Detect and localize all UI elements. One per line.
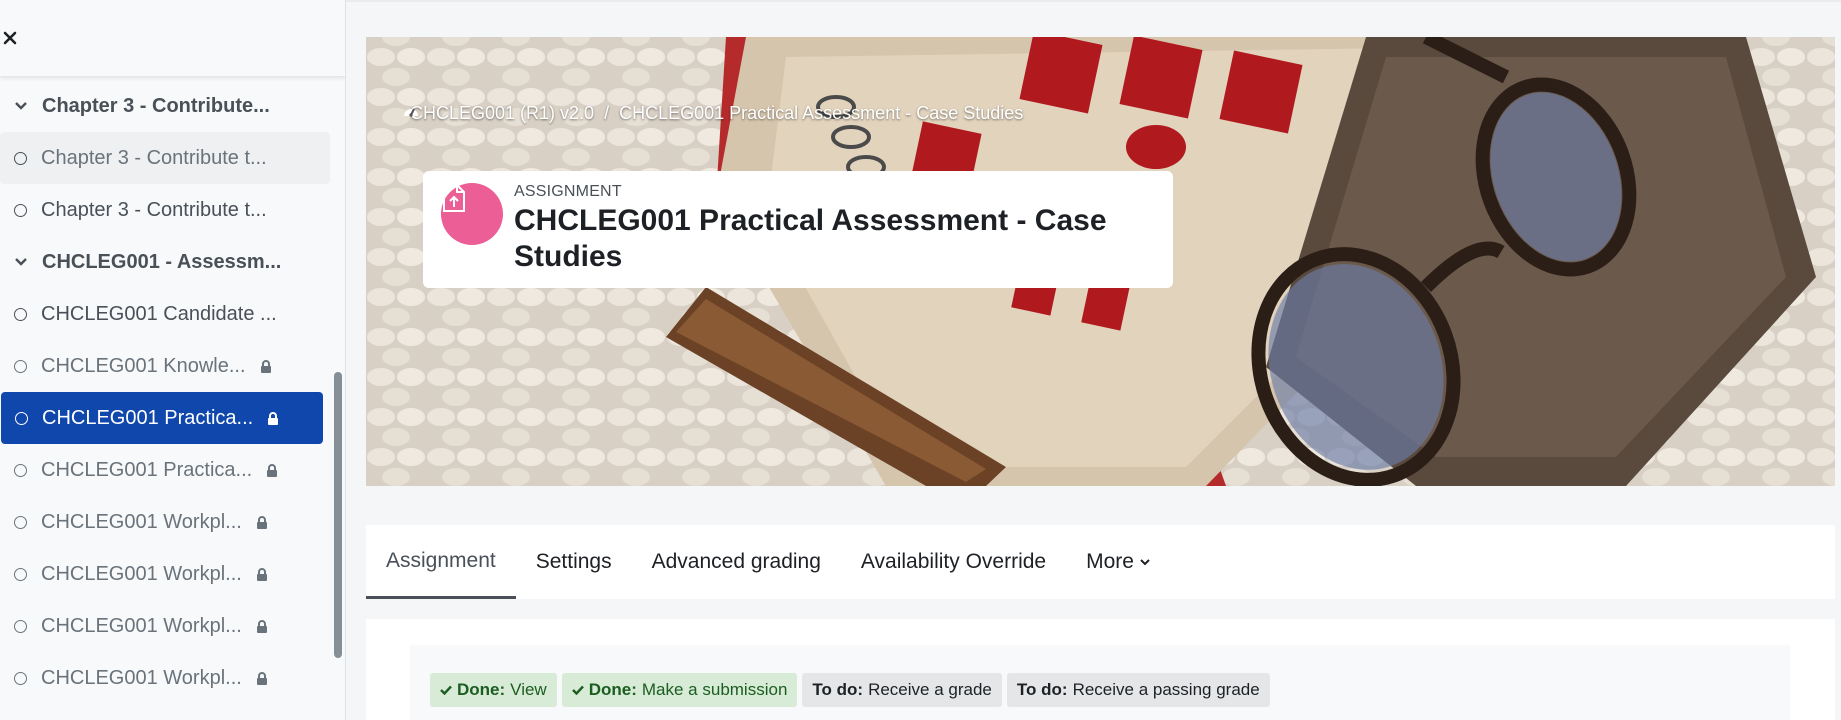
activity-label: Chapter 3 - Contribute t... (41, 146, 267, 169)
completion-circle-icon (14, 463, 27, 477)
lock-icon (256, 515, 268, 529)
course-index-item[interactable]: CHCLEG001 Knowle... (0, 340, 330, 392)
course-section-header[interactable]: CHCLEG001 - Assessm... (0, 236, 330, 288)
completion-done-badge: Done: Make a submission (561, 673, 798, 707)
chevron-down-icon[interactable] (14, 255, 28, 269)
page-top-border (346, 0, 1841, 2)
close-icon (3, 31, 17, 45)
activity-label: CHCLEG001 Candidate ... (41, 302, 277, 325)
course-index: Chapter 3 - Contribute... Chapter 3 - Con… (0, 80, 330, 704)
lock-icon (260, 359, 272, 373)
tab-availability-override[interactable]: Availability Override (841, 525, 1066, 599)
completion-requirement: Make a submission (641, 680, 788, 699)
completion-requirement: Receive a passing grade (1072, 680, 1260, 699)
activity-label: CHCLEG001 Workpl... (41, 614, 242, 637)
drawer-header (0, 0, 345, 76)
completion-circle-icon (14, 307, 27, 321)
chevron-down-icon (1140, 558, 1150, 566)
completion-circle-icon (14, 515, 27, 529)
lock-icon (267, 411, 279, 425)
completion-circle-icon (15, 411, 28, 425)
page-title: CHCLEG001 Practical Assessment - Case St… (514, 204, 1107, 273)
course-section-header[interactable]: Chapter 3 - Contribute... (0, 80, 330, 132)
activity-label: CHCLEG001 Workpl... (41, 666, 242, 689)
main-content: Done: View Done: Make a submission To do: Rec… (366, 619, 1835, 720)
completion-done-badge: Done: View (430, 673, 557, 707)
completion-requirement: Receive a grade (868, 680, 992, 699)
lock-icon (256, 567, 268, 581)
breadcrumb: CHCLEG001 (R1) v2.0 / CHCLEG001 Practica… (402, 103, 1023, 124)
completion-status: To do: (812, 680, 864, 699)
completion-circle-icon (14, 671, 27, 685)
completion-status: To do: (1016, 680, 1068, 699)
course-index-item[interactable]: Chapter 3 - Contribute t... (0, 132, 330, 184)
chevron-down-icon[interactable] (14, 99, 28, 113)
page-header-card: Assignment CHCLEG001 Practical Assessmen… (423, 171, 1173, 288)
breadcrumb-current-link[interactable]: CHCLEG001 Practical Assessment - Case St… (619, 103, 1023, 124)
completion-badges: Done: View Done: Make a submission To do: Rec… (430, 673, 1270, 707)
course-index-item[interactable]: CHCLEG001 Workpl... (0, 600, 330, 652)
check-icon (571, 685, 584, 695)
activity-label: CHCLEG001 Practica... (41, 458, 253, 481)
completion-circle-icon (14, 151, 27, 165)
completion-circle-icon (14, 619, 27, 633)
tab-advanced-grading[interactable]: Advanced grading (632, 525, 841, 599)
tab-settings[interactable]: Settings (516, 525, 632, 599)
breadcrumb-separator: / (604, 103, 610, 123)
activity-label: CHCLEG001 Workpl... (41, 510, 242, 533)
completion-circle-icon (14, 359, 27, 373)
section-label: Chapter 3 - Contribute... (42, 94, 270, 117)
more-menu-label: More (1086, 550, 1134, 573)
lock-icon (256, 619, 268, 633)
tab-more-menu[interactable]: More (1066, 525, 1170, 599)
lock-icon (256, 671, 268, 685)
secondary-navigation: Assignment Settings Advanced grading Ava… (366, 525, 1835, 599)
activity-completion-info: Done: View Done: Make a submission To do: Rec… (410, 645, 1790, 720)
tab-assignment[interactable]: Assignment (366, 525, 516, 599)
completion-todo-badge: To do: Receive a grade (802, 673, 1002, 707)
course-index-drawer: Chapter 3 - Contribute... Chapter 3 - Con… (0, 0, 346, 720)
course-index-item[interactable]: Chapter 3 - Contribute t... (0, 184, 330, 236)
breadcrumb-course-link[interactable]: CHCLEG001 (R1) v2.0 (410, 103, 594, 124)
course-index-item[interactable]: CHCLEG001 Workpl... (0, 548, 330, 600)
activity-label: CHCLEG001 Practica... (42, 406, 254, 429)
completion-status: Done: (588, 680, 637, 699)
section-label: CHCLEG001 - Assessm... (42, 250, 282, 273)
course-index-item[interactable]: CHCLEG001 Workpl... (0, 652, 330, 704)
course-index-item[interactable]: CHCLEG001 Workpl... (0, 496, 330, 548)
completion-circle-icon (14, 567, 27, 581)
activity-label: CHCLEG001 Workpl... (41, 562, 242, 585)
course-index-item-current[interactable]: CHCLEG001 Practica... (1, 392, 323, 444)
close-drawer-button[interactable] (0, 28, 20, 48)
activity-label: Chapter 3 - Contribute t... (41, 198, 267, 221)
drawer-scrollbar[interactable] (334, 372, 342, 658)
activity-type-label: Assignment (514, 183, 622, 200)
assignment-upload-icon (441, 183, 503, 245)
check-icon (440, 685, 452, 695)
completion-status: Done: (457, 680, 506, 699)
completion-todo-badge: To do: Receive a passing grade (1006, 673, 1270, 707)
activity-header-banner: CHCLEG001 (R1) v2.0 / CHCLEG001 Practica… (366, 37, 1835, 486)
course-index-item[interactable]: CHCLEG001 Candidate ... (0, 288, 330, 340)
completion-requirement: View (510, 680, 547, 699)
course-index-item[interactable]: CHCLEG001 Practica... (0, 444, 330, 496)
completion-circle-icon (14, 203, 27, 217)
activity-label: CHCLEG001 Knowle... (41, 354, 246, 377)
lock-icon (266, 463, 278, 477)
